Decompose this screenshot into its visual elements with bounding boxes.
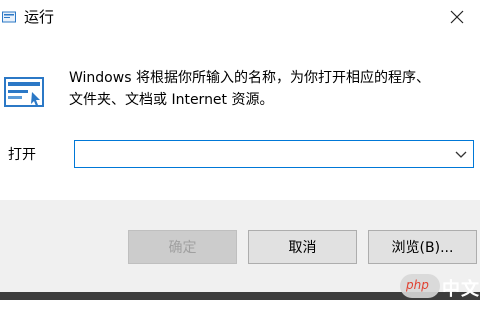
run-program-icon — [4, 77, 44, 107]
run-dialog: 运行 Windows 将根据你所输入的名称，为你打开相应的程序、 文件夹、文档或… — [0, 0, 480, 326]
watermark: php 中文网 — [400, 274, 480, 326]
close-button[interactable] — [434, 0, 480, 34]
window-title: 运行 — [24, 8, 55, 26]
open-label: 打开 — [8, 147, 36, 163]
description-line-1: Windows 将根据你所输入的名称，为你打开相应的程序、 — [69, 70, 430, 86]
watermark-logo-text: php — [406, 278, 429, 292]
title-bar[interactable]: 运行 — [0, 0, 480, 34]
chevron-down-icon[interactable] — [455, 149, 467, 159]
dialog-content: Windows 将根据你所输入的名称，为你打开相应的程序、 文件夹、文档或 In… — [0, 34, 480, 200]
description-text: Windows 将根据你所输入的名称，为你打开相应的程序、 文件夹、文档或 In… — [69, 67, 469, 111]
browse-button[interactable]: 浏览(B)... — [368, 230, 477, 264]
description-line-2: 文件夹、文档或 Internet 资源。 — [69, 92, 274, 108]
close-icon — [450, 10, 464, 24]
cancel-button[interactable]: 取消 — [248, 230, 357, 264]
watermark-text: 中文网 — [442, 279, 480, 326]
run-app-icon — [2, 11, 16, 23]
open-combobox[interactable] — [74, 140, 474, 168]
ok-button[interactable]: 确定 — [128, 230, 237, 264]
watermark-logo: php — [400, 274, 440, 298]
